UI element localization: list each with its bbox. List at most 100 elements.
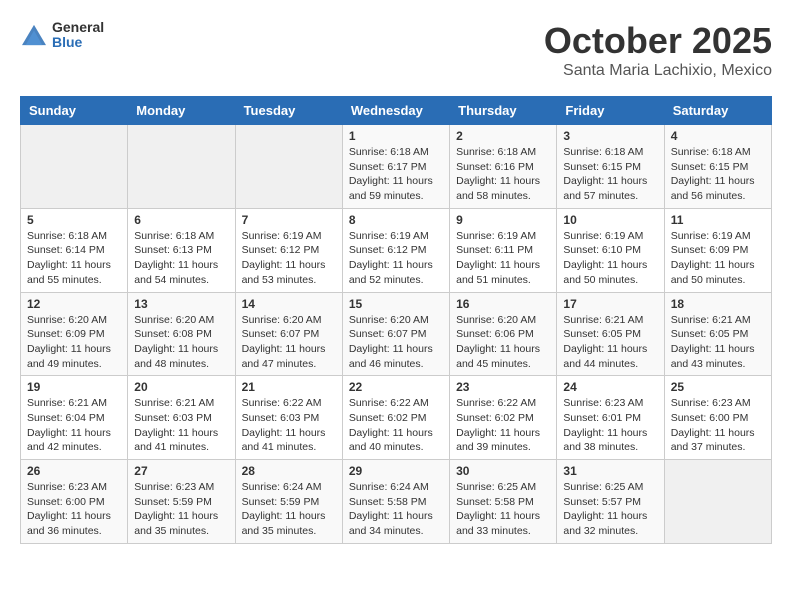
logo: General Blue bbox=[20, 20, 104, 51]
day-info: Sunrise: 6:20 AM Sunset: 6:09 PM Dayligh… bbox=[27, 313, 121, 372]
day-number: 24 bbox=[563, 380, 657, 394]
weekday-header-saturday: Saturday bbox=[664, 97, 771, 125]
day-number: 12 bbox=[27, 297, 121, 311]
day-number: 29 bbox=[349, 464, 443, 478]
day-number: 3 bbox=[563, 129, 657, 143]
day-number: 19 bbox=[27, 380, 121, 394]
day-cell: 12 Sunrise: 6:20 AM Sunset: 6:09 PM Dayli… bbox=[21, 292, 128, 376]
day-info: Sunrise: 6:24 AM Sunset: 5:58 PM Dayligh… bbox=[349, 480, 443, 539]
week-row-1: 1 Sunrise: 6:18 AM Sunset: 6:17 PM Daylig… bbox=[21, 125, 772, 209]
day-number: 23 bbox=[456, 380, 550, 394]
day-number: 17 bbox=[563, 297, 657, 311]
week-row-3: 12 Sunrise: 6:20 AM Sunset: 6:09 PM Dayli… bbox=[21, 292, 772, 376]
day-info: Sunrise: 6:25 AM Sunset: 5:58 PM Dayligh… bbox=[456, 480, 550, 539]
day-info: Sunrise: 6:18 AM Sunset: 6:13 PM Dayligh… bbox=[134, 229, 228, 288]
weekday-header-sunday: Sunday bbox=[21, 97, 128, 125]
day-cell: 30Sunrise: 6:25 AM Sunset: 5:58 PM Dayli… bbox=[450, 460, 557, 544]
day-cell: 1 Sunrise: 6:18 AM Sunset: 6:17 PM Daylig… bbox=[342, 125, 449, 209]
day-cell: 25 Sunrise: 6:23 AM Sunset: 6:00 PM Dayli… bbox=[664, 376, 771, 460]
day-info: Sunrise: 6:18 AM Sunset: 6:15 PM Dayligh… bbox=[671, 145, 765, 204]
day-number: 20 bbox=[134, 380, 228, 394]
day-number: 25 bbox=[671, 380, 765, 394]
day-cell: 13 Sunrise: 6:20 AM Sunset: 6:08 PM Dayli… bbox=[128, 292, 235, 376]
weekday-header-tuesday: Tuesday bbox=[235, 97, 342, 125]
day-number: 10 bbox=[563, 213, 657, 227]
day-cell: 7 Sunrise: 6:19 AM Sunset: 6:12 PM Daylig… bbox=[235, 208, 342, 292]
day-cell: 24 Sunrise: 6:23 AM Sunset: 6:01 PM Dayli… bbox=[557, 376, 664, 460]
logo-icon bbox=[20, 23, 48, 47]
calendar-subtitle: Santa Maria Lachixio, Mexico bbox=[544, 62, 772, 80]
day-cell: 29 Sunrise: 6:24 AM Sunset: 5:58 PM Dayli… bbox=[342, 460, 449, 544]
day-info: Sunrise: 6:20 AM Sunset: 6:08 PM Dayligh… bbox=[134, 313, 228, 372]
day-cell: 10 Sunrise: 6:19 AM Sunset: 6:10 PM Dayli… bbox=[557, 208, 664, 292]
day-cell: 20 Sunrise: 6:21 AM Sunset: 6:03 PM Dayli… bbox=[128, 376, 235, 460]
day-info: Sunrise: 6:19 AM Sunset: 6:10 PM Dayligh… bbox=[563, 229, 657, 288]
day-number: 7 bbox=[242, 213, 336, 227]
day-number: 26 bbox=[27, 464, 121, 478]
day-cell: 21Sunrise: 6:22 AM Sunset: 6:03 PM Dayli… bbox=[235, 376, 342, 460]
weekday-row: SundayMondayTuesdayWednesdayThursdayFrid… bbox=[21, 97, 772, 125]
day-cell: 8Sunrise: 6:19 AM Sunset: 6:12 PM Daylig… bbox=[342, 208, 449, 292]
day-number: 6 bbox=[134, 213, 228, 227]
day-cell: 26 Sunrise: 6:23 AM Sunset: 6:00 PM Dayli… bbox=[21, 460, 128, 544]
day-number: 1 bbox=[349, 129, 443, 143]
day-cell: 9 Sunrise: 6:19 AM Sunset: 6:11 PM Daylig… bbox=[450, 208, 557, 292]
day-info: Sunrise: 6:21 AM Sunset: 6:05 PM Dayligh… bbox=[671, 313, 765, 372]
day-info: Sunrise: 6:19 AM Sunset: 6:12 PM Dayligh… bbox=[242, 229, 336, 288]
week-row-2: 5Sunrise: 6:18 AM Sunset: 6:14 PM Daylig… bbox=[21, 208, 772, 292]
calendar-table: SundayMondayTuesdayWednesdayThursdayFrid… bbox=[20, 96, 772, 544]
day-cell: 6 Sunrise: 6:18 AM Sunset: 6:13 PM Daylig… bbox=[128, 208, 235, 292]
weekday-header-thursday: Thursday bbox=[450, 97, 557, 125]
day-cell: 3 Sunrise: 6:18 AM Sunset: 6:15 PM Daylig… bbox=[557, 125, 664, 209]
day-info: Sunrise: 6:23 AM Sunset: 6:01 PM Dayligh… bbox=[563, 396, 657, 455]
day-cell: 15Sunrise: 6:20 AM Sunset: 6:07 PM Dayli… bbox=[342, 292, 449, 376]
day-info: Sunrise: 6:25 AM Sunset: 5:57 PM Dayligh… bbox=[563, 480, 657, 539]
day-info: Sunrise: 6:20 AM Sunset: 6:07 PM Dayligh… bbox=[242, 313, 336, 372]
calendar-body: 1 Sunrise: 6:18 AM Sunset: 6:17 PM Daylig… bbox=[21, 125, 772, 544]
calendar-title: October 2025 bbox=[544, 20, 772, 62]
day-info: Sunrise: 6:21 AM Sunset: 6:05 PM Dayligh… bbox=[563, 313, 657, 372]
weekday-header-monday: Monday bbox=[128, 97, 235, 125]
day-number: 11 bbox=[671, 213, 765, 227]
day-cell: 27Sunrise: 6:23 AM Sunset: 5:59 PM Dayli… bbox=[128, 460, 235, 544]
day-number: 15 bbox=[349, 297, 443, 311]
title-block: October 2025 Santa Maria Lachixio, Mexic… bbox=[544, 20, 772, 80]
day-number: 2 bbox=[456, 129, 550, 143]
day-cell: 11Sunrise: 6:19 AM Sunset: 6:09 PM Dayli… bbox=[664, 208, 771, 292]
day-cell: 2 Sunrise: 6:18 AM Sunset: 6:16 PM Daylig… bbox=[450, 125, 557, 209]
day-cell bbox=[128, 125, 235, 209]
day-info: Sunrise: 6:23 AM Sunset: 6:00 PM Dayligh… bbox=[27, 480, 121, 539]
day-number: 9 bbox=[456, 213, 550, 227]
day-cell: 23Sunrise: 6:22 AM Sunset: 6:02 PM Dayli… bbox=[450, 376, 557, 460]
day-number: 8 bbox=[349, 213, 443, 227]
day-info: Sunrise: 6:23 AM Sunset: 6:00 PM Dayligh… bbox=[671, 396, 765, 455]
logo-line2: Blue bbox=[52, 35, 104, 50]
day-info: Sunrise: 6:21 AM Sunset: 6:03 PM Dayligh… bbox=[134, 396, 228, 455]
day-number: 14 bbox=[242, 297, 336, 311]
logo-line1: General bbox=[52, 20, 104, 35]
day-info: Sunrise: 6:19 AM Sunset: 6:11 PM Dayligh… bbox=[456, 229, 550, 288]
day-cell: 28Sunrise: 6:24 AM Sunset: 5:59 PM Dayli… bbox=[235, 460, 342, 544]
header: General Blue October 2025 Santa Maria La… bbox=[20, 20, 772, 80]
day-number: 22 bbox=[349, 380, 443, 394]
day-number: 5 bbox=[27, 213, 121, 227]
day-cell bbox=[664, 460, 771, 544]
day-number: 4 bbox=[671, 129, 765, 143]
day-number: 13 bbox=[134, 297, 228, 311]
day-cell: 4 Sunrise: 6:18 AM Sunset: 6:15 PM Daylig… bbox=[664, 125, 771, 209]
day-cell bbox=[21, 125, 128, 209]
logo-text: General Blue bbox=[52, 20, 104, 51]
weekday-header-friday: Friday bbox=[557, 97, 664, 125]
day-cell: 16Sunrise: 6:20 AM Sunset: 6:06 PM Dayli… bbox=[450, 292, 557, 376]
day-cell: 14 Sunrise: 6:20 AM Sunset: 6:07 PM Dayli… bbox=[235, 292, 342, 376]
day-info: Sunrise: 6:18 AM Sunset: 6:15 PM Dayligh… bbox=[563, 145, 657, 204]
day-cell: 18Sunrise: 6:21 AM Sunset: 6:05 PM Dayli… bbox=[664, 292, 771, 376]
week-row-5: 26 Sunrise: 6:23 AM Sunset: 6:00 PM Dayli… bbox=[21, 460, 772, 544]
day-cell: 19Sunrise: 6:21 AM Sunset: 6:04 PM Dayli… bbox=[21, 376, 128, 460]
day-info: Sunrise: 6:20 AM Sunset: 6:06 PM Dayligh… bbox=[456, 313, 550, 372]
day-info: Sunrise: 6:18 AM Sunset: 6:17 PM Dayligh… bbox=[349, 145, 443, 204]
day-info: Sunrise: 6:23 AM Sunset: 5:59 PM Dayligh… bbox=[134, 480, 228, 539]
day-info: Sunrise: 6:18 AM Sunset: 6:16 PM Dayligh… bbox=[456, 145, 550, 204]
day-cell: 22Sunrise: 6:22 AM Sunset: 6:02 PM Dayli… bbox=[342, 376, 449, 460]
day-cell: 17 Sunrise: 6:21 AM Sunset: 6:05 PM Dayli… bbox=[557, 292, 664, 376]
